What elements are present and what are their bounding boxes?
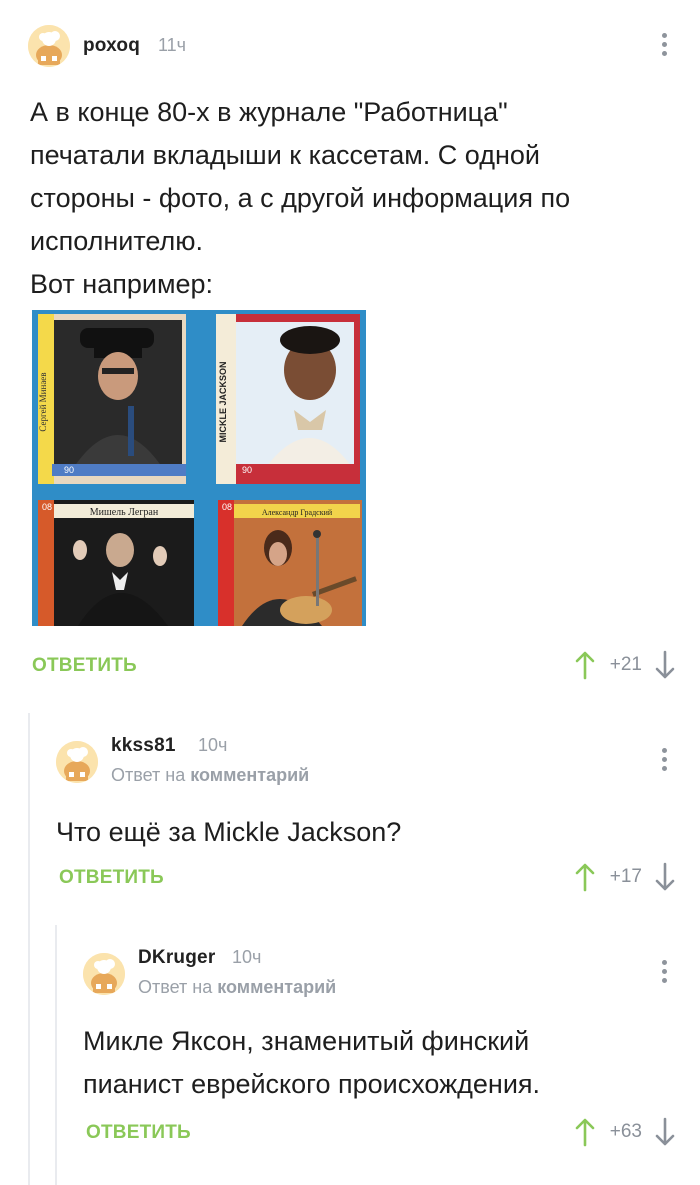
comment-body: Что ещё за Mickle Jackson? [56, 817, 402, 847]
reply-to-line: Ответ на комментарий [111, 765, 310, 785]
arrow-up-icon[interactable] [574, 862, 596, 892]
reply-to-line: Ответ на комментарий [138, 977, 337, 997]
comment-score: +63 [609, 1121, 642, 1142]
vote-controls: +17 [574, 862, 676, 892]
default-avatar-icon [56, 741, 98, 783]
vote-controls: +21 [574, 650, 676, 680]
comment-time: 11ч [158, 35, 187, 55]
vertical-dots-icon[interactable] [661, 33, 667, 56]
avatar[interactable] [56, 741, 98, 783]
card-number: 08 [222, 502, 232, 512]
thread-line [28, 713, 30, 1185]
card-number: 08 [42, 502, 52, 512]
reply-button[interactable]: ОТВЕТИТЬ [59, 867, 164, 889]
comment-image[interactable]: Сергей Минаев 90 MICKLE JACKSON 90 Мишел… [32, 310, 366, 626]
reply-target-link[interactable]: комментарий [217, 977, 336, 997]
arrow-down-icon[interactable] [654, 650, 676, 680]
comment-time: 10ч [198, 735, 228, 755]
vote-controls: +63 [574, 1117, 676, 1147]
card-label: MICKLE JACKSON [218, 361, 228, 442]
card-number: 90 [64, 465, 74, 475]
reply-target-link[interactable]: комментарий [190, 765, 309, 785]
arrow-down-icon[interactable] [654, 862, 676, 892]
comment-score: +17 [609, 866, 642, 887]
card-label: Александр Градский [262, 508, 333, 517]
arrow-up-icon[interactable] [574, 1117, 596, 1147]
comment-score: +21 [609, 654, 642, 675]
avatar[interactable] [28, 25, 70, 67]
reply-button[interactable]: ОТВЕТИТЬ [32, 655, 137, 677]
arrow-up-icon[interactable] [574, 650, 596, 680]
username[interactable]: рохоq [83, 35, 140, 57]
avatar[interactable] [83, 953, 125, 995]
vertical-dots-icon[interactable] [661, 748, 667, 771]
default-avatar-icon [28, 25, 70, 67]
thread-line [55, 925, 57, 1185]
default-avatar-icon [83, 953, 125, 995]
username[interactable]: DKruger [138, 947, 215, 969]
username[interactable]: kkss81 [111, 735, 176, 757]
card-number: 90 [242, 465, 252, 475]
arrow-down-icon[interactable] [654, 1117, 676, 1147]
comment-time: 10ч [232, 947, 262, 967]
comment-body: А в конце 80-х в журнале "Работница" печ… [30, 97, 571, 299]
card-label: Сергей Минаев [38, 372, 48, 431]
reply-button[interactable]: ОТВЕТИТЬ [86, 1122, 191, 1144]
card-label: Мишель Легран [90, 507, 159, 518]
comment-body: Микле Яксон, знаменитый финский пианист … [83, 1026, 541, 1099]
vertical-dots-icon[interactable] [661, 960, 667, 983]
